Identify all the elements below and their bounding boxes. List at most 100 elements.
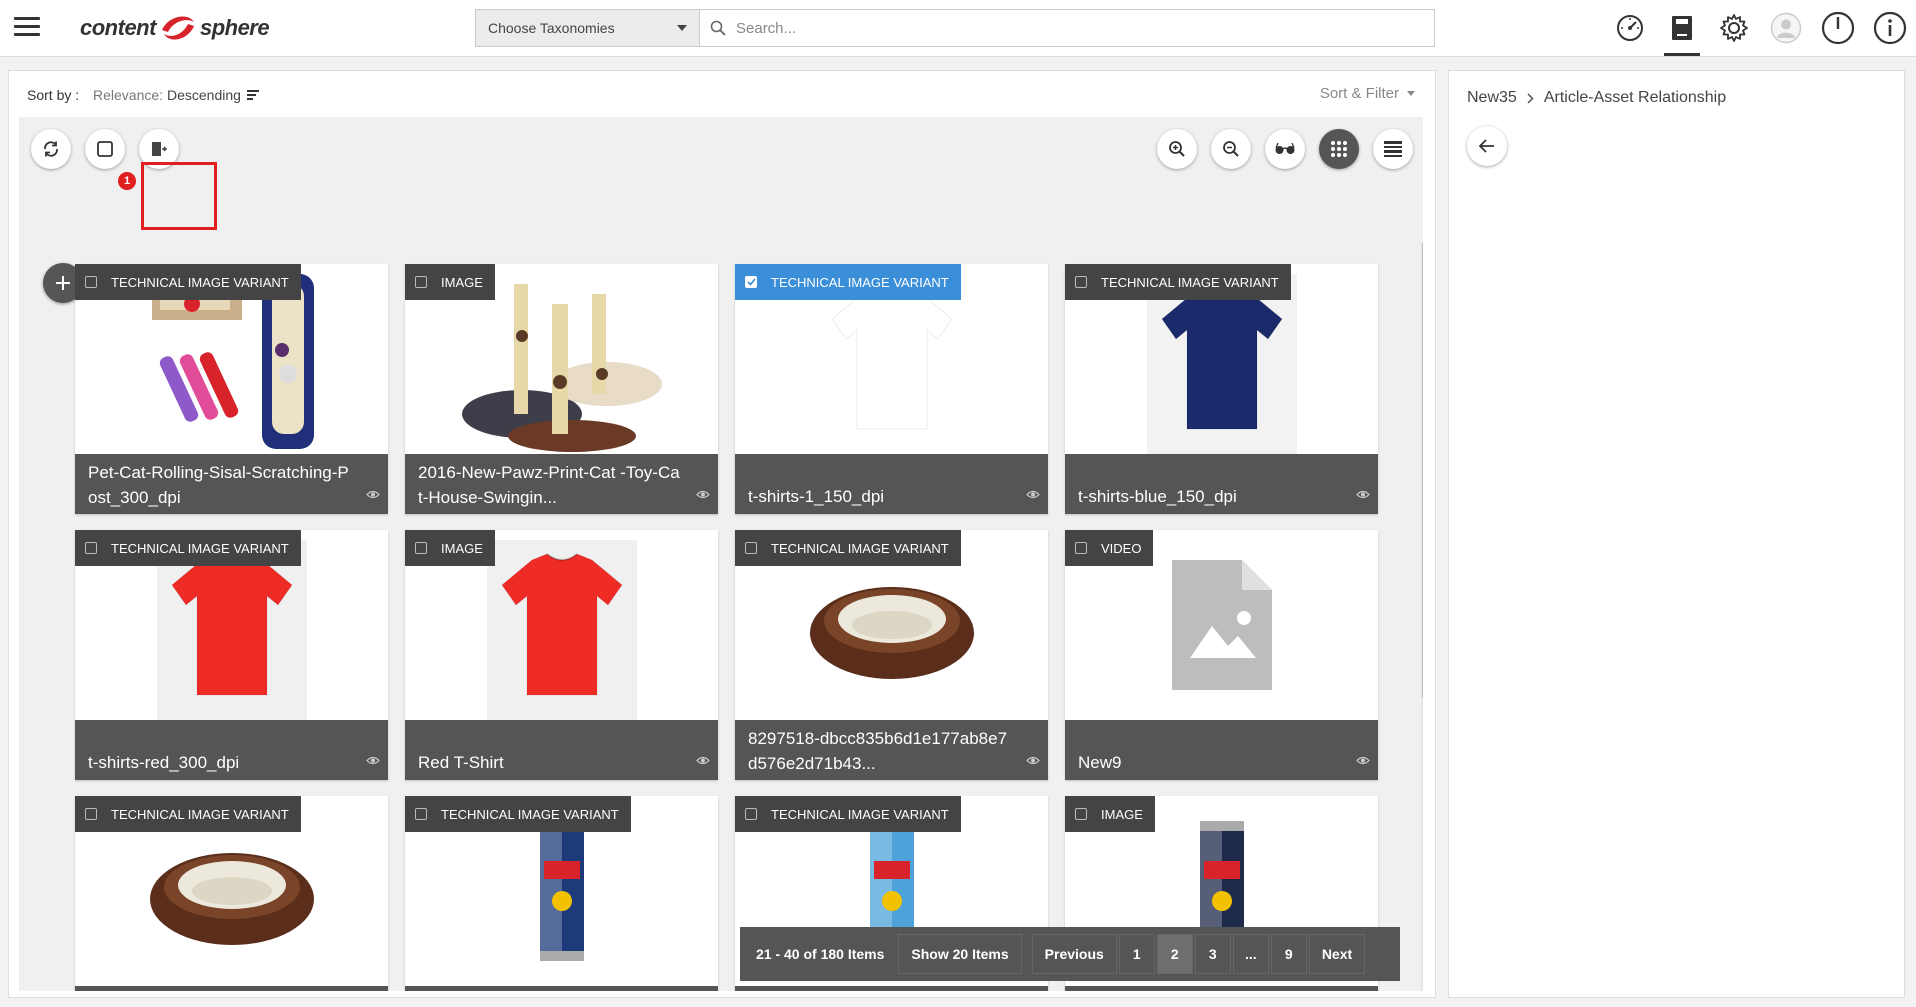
- eye-icon[interactable]: [1026, 747, 1040, 772]
- eye-icon[interactable]: [1356, 747, 1370, 772]
- relationship-panel: New35 Article-Asset Relationship: [1448, 70, 1905, 998]
- zoom-out-button[interactable]: [1211, 129, 1251, 169]
- asset-name: t-shirts-1_150_dpi: [748, 487, 885, 506]
- eye-icon[interactable]: [696, 481, 710, 506]
- asset-name: t-shirts-red_300_dpi: [88, 753, 240, 772]
- asset-checkbox[interactable]: [1075, 808, 1087, 820]
- asset-type-tag: IMAGE: [405, 264, 495, 300]
- power-icon[interactable]: [1812, 0, 1864, 56]
- asset-caption: redbull_300_dpi: [405, 986, 718, 991]
- asset-card[interactable]: TECHNICAL IMAGE VARIANT t-shirts-red_300_…: [75, 530, 388, 780]
- export-button[interactable]: [139, 129, 179, 169]
- sort-by-label: Sort by :: [27, 87, 80, 103]
- page-3-button[interactable]: 3: [1194, 934, 1231, 974]
- back-button[interactable]: [1467, 126, 1507, 166]
- asset-type-label: TECHNICAL IMAGE VARIANT: [771, 806, 949, 822]
- taxonomy-select[interactable]: Choose Taxonomies: [475, 9, 699, 47]
- top-bar: content sphere Choose Taxonomies: [0, 0, 1916, 57]
- preview-button[interactable]: [1265, 129, 1305, 169]
- chevron-down-icon: [1407, 91, 1415, 96]
- page-2-button[interactable]: 2: [1156, 934, 1193, 974]
- menu-icon[interactable]: [14, 17, 40, 37]
- eye-icon[interactable]: [366, 481, 380, 506]
- settings-icon[interactable]: [1708, 0, 1760, 56]
- asset-type-label: TECHNICAL IMAGE VARIANT: [111, 540, 289, 556]
- page-size-button[interactable]: Show 20 Items: [898, 934, 1022, 974]
- list-view-button[interactable]: [1373, 129, 1413, 169]
- asset-caption: 8297518-dbcc835b6d1e177ab8e7d576e2d71b43…: [735, 720, 1048, 780]
- asset-card[interactable]: IMAGE Red T-Shirt: [405, 530, 718, 780]
- asset-caption: Pet-Cat-Rolling-Sisal-Scratching-Post_30…: [75, 454, 388, 514]
- sort-order-toggle[interactable]: Descending: [167, 87, 259, 103]
- chevron-right-icon: [1527, 92, 1534, 104]
- grid-view-button[interactable]: [1319, 129, 1359, 169]
- asset-type-label: TECHNICAL IMAGE VARIANT: [1101, 274, 1279, 290]
- asset-checkbox[interactable]: [85, 808, 97, 820]
- plus-icon: [56, 276, 70, 290]
- logo-swoosh-icon: [161, 16, 194, 40]
- sort-filter-dropdown[interactable]: Sort & Filter: [1320, 85, 1415, 102]
- asset-checkbox[interactable]: [1075, 542, 1087, 554]
- asset-card[interactable]: IMAGE 2016-New-Pawz-Print-Cat -Toy-Cat-Ho…: [405, 264, 718, 514]
- eye-icon[interactable]: [1026, 481, 1040, 506]
- asset-card[interactable]: TECHNICAL IMAGE VARIANT 8297518-dbcc835b6…: [75, 796, 388, 991]
- eye-icon[interactable]: [1356, 481, 1370, 506]
- asset-name: Pet-Cat-Rolling-Sisal-Scratching-Post_30…: [88, 463, 349, 507]
- asset-checkbox[interactable]: [745, 276, 757, 288]
- breadcrumb-root[interactable]: New35: [1467, 89, 1517, 107]
- eye-icon[interactable]: [366, 747, 380, 772]
- asset-type-label: IMAGE: [441, 274, 483, 290]
- breadcrumb: New35 Article-Asset Relationship: [1467, 89, 1726, 107]
- refresh-icon: [44, 141, 58, 157]
- asset-checkbox[interactable]: [415, 542, 427, 554]
- asset-type-label: VIDEO: [1101, 540, 1142, 556]
- search-input[interactable]: [736, 19, 1386, 37]
- asset-card[interactable]: TECHNICAL IMAGE VARIANT 8297518-dbcc835b6…: [735, 530, 1048, 780]
- grid-view-icon: [1331, 141, 1347, 157]
- logo-text-left: content: [80, 15, 156, 40]
- asset-caption: Red T-Shirt: [405, 720, 718, 780]
- page-ellipsis: ...: [1232, 934, 1269, 974]
- asset-card[interactable]: TECHNICAL IMAGE VARIANT redbull_300_dpi: [405, 796, 718, 991]
- pagination-info: 21 - 40 of 180 Items: [756, 946, 885, 962]
- next-page-button[interactable]: Next: [1308, 934, 1366, 974]
- asset-checkbox[interactable]: [745, 542, 757, 554]
- asset-checkbox[interactable]: [745, 808, 757, 820]
- zoom-in-icon: [1169, 141, 1185, 157]
- sort-bar: Sort by : Relevance: Descending Sort & F…: [9, 71, 1435, 117]
- page-9-button[interactable]: 9: [1270, 934, 1307, 974]
- select-all-button[interactable]: [85, 129, 125, 169]
- asset-type-tag: TECHNICAL IMAGE VARIANT: [1065, 264, 1291, 300]
- previous-page-button[interactable]: Previous: [1031, 934, 1117, 974]
- page-1-button[interactable]: 1: [1118, 934, 1155, 974]
- asset-card[interactable]: TECHNICAL IMAGE VARIANT t-shirts-1_150_dp…: [735, 264, 1048, 514]
- refresh-button[interactable]: [31, 129, 71, 169]
- list-view-icon: [1384, 141, 1402, 157]
- scrollbar-thumb[interactable]: [1422, 243, 1423, 698]
- asset-type-tag: IMAGE: [1065, 796, 1155, 832]
- asset-card[interactable]: VIDEO New9: [1065, 530, 1378, 780]
- asset-checkbox[interactable]: [1075, 276, 1087, 288]
- asset-checkbox[interactable]: [85, 276, 97, 288]
- user-icon[interactable]: [1760, 0, 1812, 56]
- asset-caption: t-shirts-blue_150_dpi: [1065, 454, 1378, 514]
- asset-checkbox[interactable]: [415, 276, 427, 288]
- asset-checkbox[interactable]: [415, 808, 427, 820]
- info-icon[interactable]: [1864, 0, 1916, 56]
- asset-card[interactable]: TECHNICAL IMAGE VARIANT Pet-Cat-Rolling-S…: [75, 264, 388, 514]
- asset-type-label: TECHNICAL IMAGE VARIANT: [771, 274, 949, 290]
- asset-caption: [735, 986, 1048, 991]
- dashboard-icon[interactable]: [1604, 0, 1656, 56]
- asset-type-label: TECHNICAL IMAGE VARIANT: [111, 274, 289, 290]
- asset-name: Red T-Shirt: [418, 753, 504, 772]
- glasses-icon: [1275, 142, 1295, 154]
- eye-icon[interactable]: [696, 747, 710, 772]
- asset-checkbox[interactable]: [85, 542, 97, 554]
- asset-card[interactable]: TECHNICAL IMAGE VARIANT t-shirts-blue_150…: [1065, 264, 1378, 514]
- zoom-in-button[interactable]: [1157, 129, 1197, 169]
- grid-scrollbar[interactable]: [1421, 243, 1423, 991]
- highlight-frame: [141, 162, 217, 230]
- pagination-bar: 21 - 40 of 180 Items Show 20 Items Previ…: [740, 927, 1400, 981]
- asset-type-tag: IMAGE: [405, 530, 495, 566]
- archive-icon[interactable]: [1656, 0, 1708, 56]
